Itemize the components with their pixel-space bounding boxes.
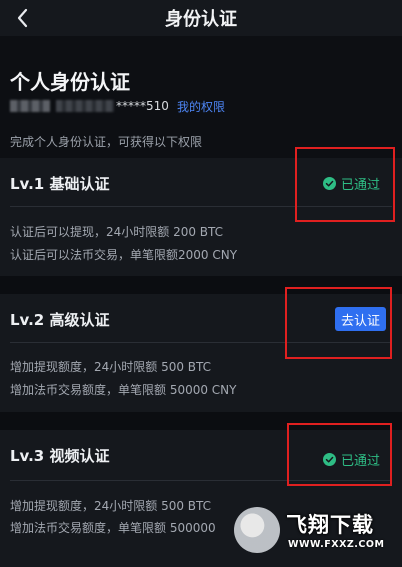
redacted-account [10,98,116,112]
level-1-desc-2: 认证后可以法币交易，单笔限额2000 CNY [10,248,238,262]
highlight-box-level-2 [285,287,392,359]
highlight-box-level-1 [295,147,395,222]
highlight-box-level-3 [287,423,392,486]
my-rights-link[interactable]: 我的权限 [177,98,225,115]
page-title: 个人身份认证 [10,70,130,94]
level-1-title: Lv.1 基础认证 [10,175,110,193]
nav-bar: 身份认证 [0,0,402,36]
level-3-desc-1: 增加提现额度，24小时限额 500 BTC [10,499,212,513]
redacted-block [56,100,114,112]
watermark-emblem [234,507,280,553]
watermark-url: WWW.FXXZ.COM [288,539,385,550]
level-3-desc-2: 增加法币交易额度，单笔限额 500000 [10,521,216,535]
watermark-logo: 飞翔下载 WWW.FXXZ.COM [234,505,390,557]
redacted-block [10,100,50,112]
nav-title: 身份认证 [165,9,237,30]
level-2-desc-2: 增加法币交易额度，单笔限额 50000 CNY [10,383,237,397]
rights-hint: 完成个人身份认证，可获得以下权限 [10,135,203,149]
profile-section: 个人身份认证 *****510 我的权限 完成个人身份认证，可获得以下权限 [0,36,402,158]
watermark-name: 飞翔下载 [286,513,374,537]
level-3-title: Lv.3 视频认证 [10,447,110,465]
level-1-desc-1: 认证后可以提现，24小时限额 200 BTC [10,225,224,239]
user-id: *****510 [116,99,169,113]
level-2-desc-1: 增加提现额度，24小时限额 500 BTC [10,360,212,374]
level-2-title: Lv.2 高级认证 [10,311,110,329]
